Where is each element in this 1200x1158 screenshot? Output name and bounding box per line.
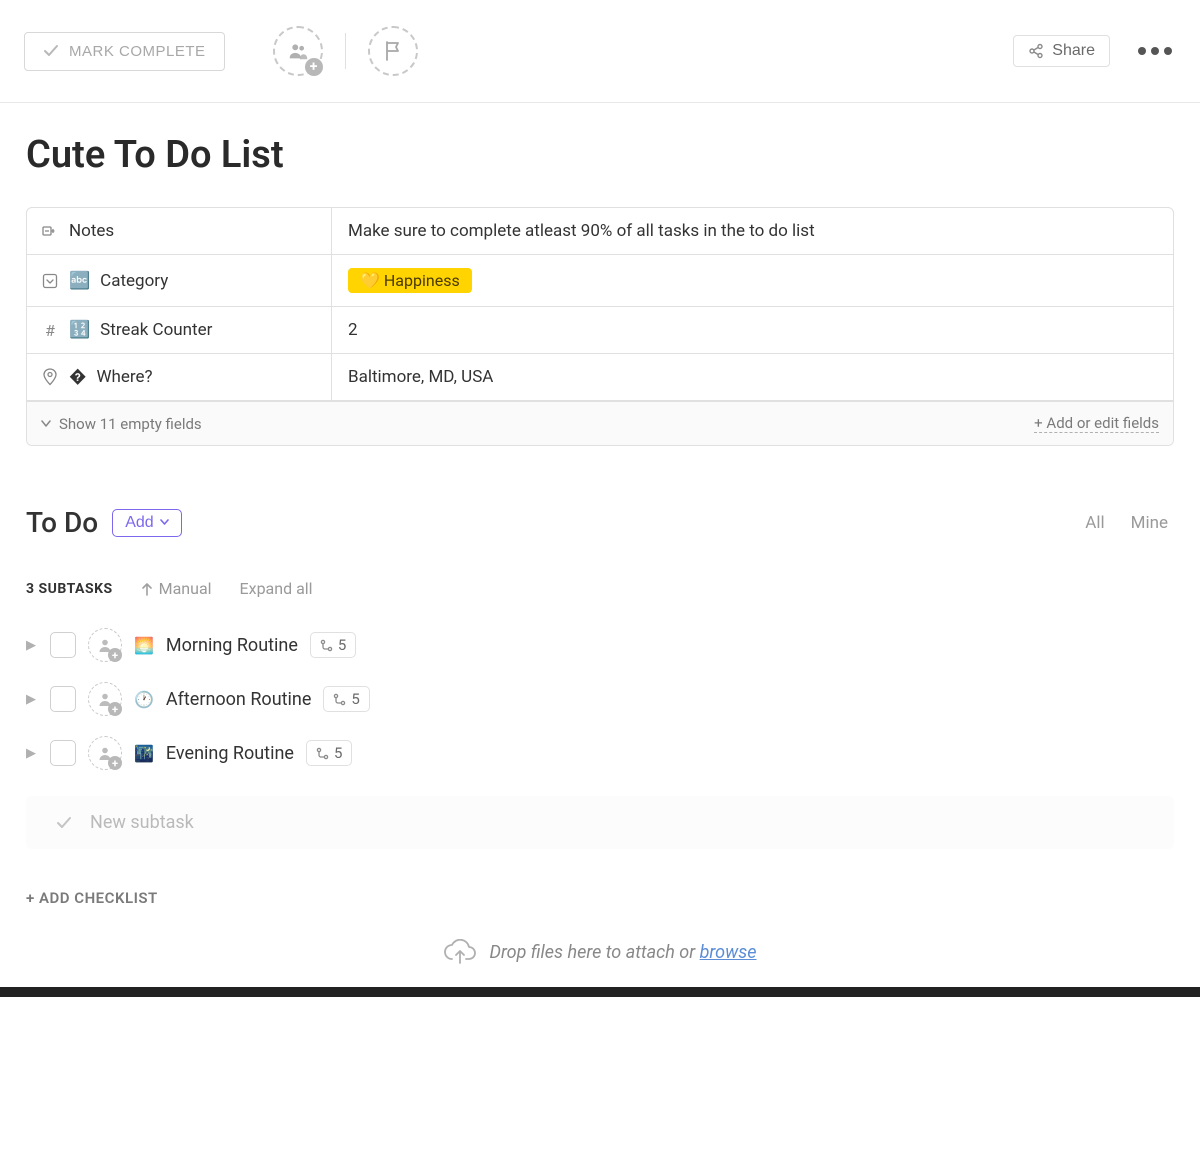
subtask-count-badge[interactable]: 5 — [306, 740, 352, 766]
set-priority-button[interactable] — [368, 26, 418, 76]
subtask-row: ▶ + 🕐 Afternoon Routine 5 — [26, 672, 1174, 726]
location-field-icon — [41, 368, 59, 386]
subtask-count-badge[interactable]: 5 — [310, 632, 356, 658]
new-subtask-input[interactable]: New subtask — [26, 796, 1174, 849]
subtask-tree-icon — [333, 693, 346, 706]
plus-icon: + — [305, 58, 323, 76]
subtasks-toolbar: 3 SUBTASKS Manual Expand all — [0, 559, 1200, 614]
number-field-icon: # — [41, 321, 59, 340]
field-row-category: 🔤 Category 💛 Happiness — [27, 255, 1173, 307]
subtask-emoji: 🕐 — [134, 690, 154, 709]
mark-complete-label: MARK COMPLETE — [69, 43, 206, 60]
caret-down-icon — [160, 519, 169, 526]
plus-icon: + — [108, 648, 122, 662]
check-icon — [56, 815, 72, 831]
plus-icon: + — [108, 756, 122, 770]
add-assignees-button[interactable]: + — [273, 26, 323, 76]
subtask-name[interactable]: Afternoon Routine — [166, 689, 311, 710]
assign-user-button[interactable]: + — [88, 736, 122, 770]
subtask-checkbox[interactable] — [50, 740, 76, 766]
field-label-notes: Notes — [27, 208, 332, 254]
cloud-upload-icon — [443, 939, 477, 965]
field-row-notes: Notes Make sure to complete atleast 90% … — [27, 208, 1173, 255]
filter-mine-tab[interactable]: Mine — [1125, 509, 1174, 537]
share-button[interactable]: Share — [1013, 35, 1110, 67]
todo-section-header: To Do Add All Mine — [0, 446, 1200, 559]
attachment-dropzone[interactable]: Drop files here to attach or browse — [0, 917, 1200, 987]
subtask-tree-icon — [316, 747, 329, 760]
page-title[interactable]: Cute To Do List — [0, 103, 1200, 207]
share-icon — [1028, 43, 1044, 59]
category-tag: 💛 Happiness — [348, 268, 472, 293]
subtask-tree-icon — [320, 639, 333, 652]
bottom-strip — [0, 987, 1200, 997]
share-label: Share — [1052, 42, 1095, 60]
expand-caret[interactable]: ▶ — [26, 692, 38, 707]
expand-caret[interactable]: ▶ — [26, 746, 38, 761]
field-row-streak: # 🔢 Streak Counter 2 — [27, 307, 1173, 354]
fields-footer: Show 11 empty fields + Add or edit field… — [27, 401, 1173, 445]
add-subtask-button[interactable]: Add — [112, 509, 181, 537]
subtask-name[interactable]: Morning Routine — [166, 635, 298, 656]
subtask-name[interactable]: Evening Routine — [166, 743, 294, 764]
flag-icon — [383, 40, 403, 62]
subtask-row: ▶ + 🌃 Evening Routine 5 — [26, 726, 1174, 780]
assign-user-button[interactable]: + — [88, 628, 122, 662]
todo-title: To Do — [26, 506, 98, 539]
field-value-where[interactable]: Baltimore, MD, USA — [332, 354, 1173, 400]
subtask-emoji: 🌅 — [134, 636, 154, 655]
sort-button[interactable]: Manual — [141, 579, 212, 598]
assign-user-button[interactable]: + — [88, 682, 122, 716]
add-checklist-button[interactable]: + ADD CHECKLIST — [0, 849, 1200, 917]
field-label-category: 🔤 Category — [27, 255, 332, 306]
field-label-where: � Where? — [27, 354, 332, 400]
expand-caret[interactable]: ▶ — [26, 638, 38, 653]
caret-down-icon — [41, 420, 51, 428]
divider — [345, 33, 346, 69]
filter-all-tab[interactable]: All — [1079, 509, 1110, 537]
subtask-emoji: 🌃 — [134, 744, 154, 763]
mark-complete-button[interactable]: MARK COMPLETE — [24, 32, 225, 71]
new-subtask-placeholder: New subtask — [90, 812, 194, 833]
subtasks-count: 3 SUBTASKS — [26, 581, 113, 597]
text-field-icon — [41, 224, 59, 238]
arrow-up-icon — [141, 582, 153, 596]
field-value-notes[interactable]: Make sure to complete atleast 90% of all… — [332, 208, 1173, 254]
show-empty-fields-toggle[interactable]: Show 11 empty fields — [41, 415, 202, 433]
field-value-category[interactable]: 💛 Happiness — [332, 255, 1173, 306]
field-label-streak: # 🔢 Streak Counter — [27, 307, 332, 353]
field-row-where: � Where? Baltimore, MD, USA — [27, 354, 1173, 401]
subtask-checkbox[interactable] — [50, 632, 76, 658]
more-menu-button[interactable] — [1134, 43, 1176, 59]
custom-fields-table: Notes Make sure to complete atleast 90% … — [26, 207, 1174, 446]
top-toolbar: MARK COMPLETE + Share — [0, 0, 1200, 103]
subtask-list: ▶ + 🌅 Morning Routine 5 ▶ + 🕐 Afternoon … — [0, 614, 1200, 790]
browse-link[interactable]: browse — [700, 942, 757, 963]
subtask-row: ▶ + 🌅 Morning Routine 5 — [26, 618, 1174, 672]
people-icon — [287, 40, 309, 62]
dropdown-field-icon — [41, 273, 59, 289]
expand-all-button[interactable]: Expand all — [240, 579, 313, 598]
dropzone-text: Drop files here to attach or browse — [489, 942, 756, 963]
add-edit-fields-button[interactable]: + Add or edit fields — [1034, 414, 1159, 433]
field-value-streak[interactable]: 2 — [332, 307, 1173, 353]
check-icon — [43, 43, 59, 59]
subtask-checkbox[interactable] — [50, 686, 76, 712]
plus-icon: + — [108, 702, 122, 716]
subtask-count-badge[interactable]: 5 — [323, 686, 369, 712]
